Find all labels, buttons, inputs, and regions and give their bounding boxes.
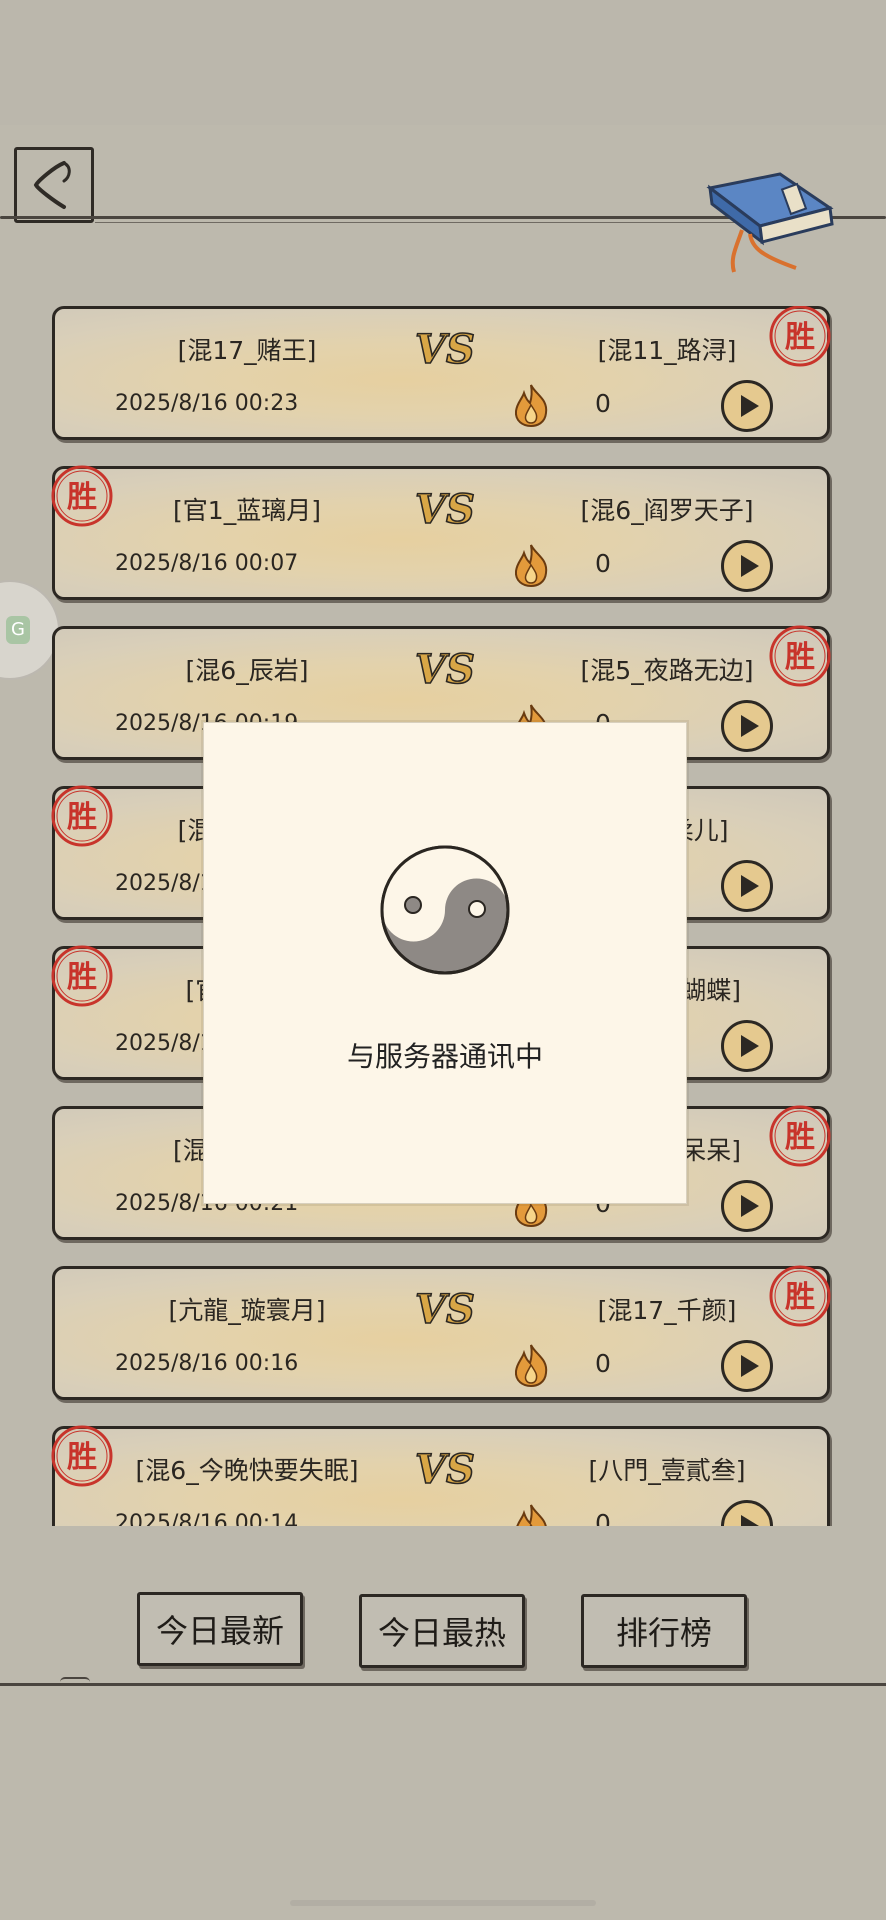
player-right-name: [混6_阎罗天子] [580,496,754,525]
fire-icon [510,383,552,428]
play-replay-button[interactable] [721,380,773,432]
win-seal-icon: 胜 [767,1103,833,1169]
tab-today-latest[interactable]: 今日最新 [137,1592,303,1666]
vs-icon: VS [413,1283,479,1334]
win-seal-icon: 胜 [767,1263,833,1329]
match-date: 2025/8/16 00:16 [115,1351,299,1376]
player-right-name: [混17_千颜] [597,1296,737,1325]
hot-count: 0 [595,549,611,578]
player-left-name: [亢龍_璇寰月] [168,1296,326,1325]
play-replay-button[interactable] [721,860,773,912]
svg-text:VS: VS [415,486,475,531]
player-left-name: [官1_蓝璃月] [173,496,321,525]
status-area [0,0,886,125]
svg-text:胜: 胜 [785,640,815,675]
tab-leaderboard[interactable]: 排行榜 [581,1594,747,1668]
yin-yang-loading-icon [380,845,510,975]
svg-text:胜: 胜 [67,800,97,835]
match-card[interactable]: [官1_蓝璃月] VS [混6_阎罗天子] 2025/8/16 00:07 0 胜 [49,463,830,600]
svg-text:胜: 胜 [785,1280,815,1315]
play-replay-button[interactable] [721,1020,773,1072]
tab-today-hottest[interactable]: 今日最热 [359,1594,525,1668]
hot-count: 0 [595,1349,611,1378]
book-scroll-icon[interactable] [700,168,840,278]
play-replay-button[interactable] [721,700,773,752]
home-indicator[interactable] [290,1900,596,1906]
footer-divider-swirl [60,1677,90,1687]
svg-text:VS: VS [415,646,475,691]
svg-text:VS: VS [415,1446,475,1491]
vs-icon: VS [413,643,479,694]
win-seal-icon: 胜 [49,783,115,849]
player-left-name: [混6_今晚快要失眠] [135,1456,359,1485]
svg-text:VS: VS [415,1286,475,1331]
win-seal-icon: 胜 [49,463,115,529]
hot-count: 0 [595,389,611,418]
win-seal-icon: 胜 [767,623,833,689]
player-left-name: [混17_赌王] [177,336,317,365]
match-date: 2025/8/16 00:23 [115,391,299,416]
match-card[interactable]: [混6_今晚快要失眠] VS [八門_壹貳叁] 2025/8/16 00:14 0 胜 [49,1423,830,1526]
play-replay-button[interactable] [721,1340,773,1392]
loading-message: 与服务器通讯中 [346,1040,543,1073]
svg-text:胜: 胜 [785,1120,815,1155]
footer-divider [0,1683,886,1686]
match-card[interactable]: [亢龍_璇寰月] VS [混17_千颜] 2025/8/16 00:16 0 胜 [52,1263,833,1400]
match-date: 2025/8/16 00:07 [115,551,299,576]
player-right-name: [混5_夜路无边] [580,656,754,685]
hot-count: 0 [595,1509,611,1526]
svg-text:胜: 胜 [67,960,97,995]
loading-dialog: 与服务器通讯中 [203,722,687,1204]
back-arrow-icon [33,161,71,209]
win-seal-icon: 胜 [49,1423,115,1489]
svg-text:胜: 胜 [67,480,97,515]
fire-icon [510,1503,552,1526]
fire-icon [510,543,552,588]
svg-text:VS: VS [415,326,475,371]
win-seal-icon: 胜 [767,306,833,369]
win-seal-icon: 胜 [49,943,115,1009]
header-divider-shadow [95,222,795,223]
fire-icon [510,1343,552,1388]
match-date: 2025/8/16 00:14 [115,1511,299,1526]
vs-icon: VS [413,1443,479,1494]
player-right-name: [混11_路浔] [597,336,737,365]
play-replay-button[interactable] [721,1500,773,1526]
svg-text:胜: 胜 [67,1440,97,1475]
vs-icon: VS [413,323,479,374]
svg-text:胜: 胜 [785,320,815,355]
play-replay-button[interactable] [721,540,773,592]
player-right-name: [八門_壹貳叁] [588,1456,746,1485]
play-replay-button[interactable] [721,1180,773,1232]
match-card[interactable]: [混17_赌王] VS [混11_路浔] 2025/8/16 00:23 0 胜 [52,306,833,440]
player-left-name: [混6_辰岩] [185,656,309,685]
back-button[interactable] [14,147,94,223]
vs-icon: VS [413,483,479,534]
